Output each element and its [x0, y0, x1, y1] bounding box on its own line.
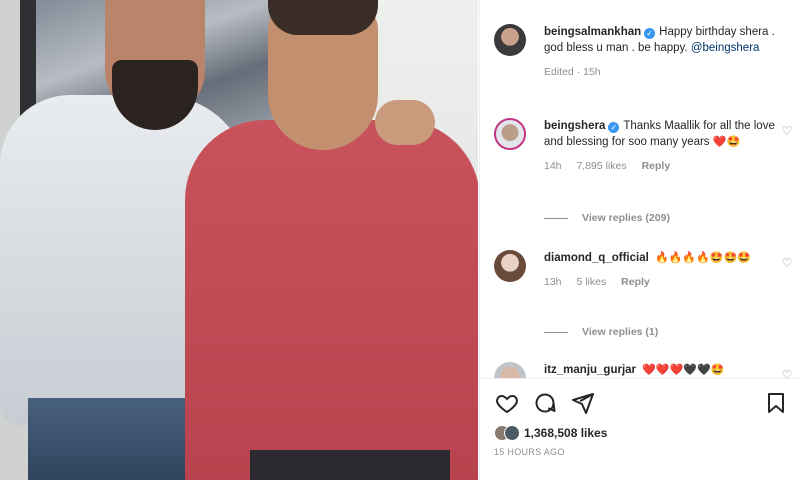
comment-username[interactable]: itz_manju_gurjar — [544, 364, 636, 376]
divider — [544, 217, 568, 219]
view-replies-label: View replies (1) — [582, 326, 659, 338]
edited-label: Edited · 15h — [544, 66, 601, 78]
avatar[interactable] — [494, 362, 526, 378]
avatar[interactable] — [494, 24, 526, 56]
comment-emoji: ❤️🤩 — [712, 136, 741, 148]
comment-username[interactable]: beingshera — [544, 120, 605, 132]
comment-body: beingsalmankhan ✓ Happy birthday shera . g… — [544, 24, 784, 80]
heart-outline-icon[interactable]: ♡ — [780, 256, 794, 270]
avatar[interactable] — [494, 118, 526, 150]
heart-outline-icon[interactable]: ♡ — [780, 124, 794, 138]
comment-emoji: ❤️❤️❤️🖤🖤🤩 — [642, 364, 725, 376]
comment-meta: Edited · 15h — [544, 64, 784, 80]
comment-time[interactable]: 13h — [544, 276, 562, 288]
comment-likes[interactable]: 5 likes — [576, 276, 606, 288]
verified-badge-icon: ✓ — [608, 122, 620, 133]
heart-outline-icon[interactable]: ♡ — [780, 368, 794, 378]
avatar[interactable] — [494, 250, 526, 282]
comments-panel: beingsalmankhan ✓ Happy birthday shera . g… — [479, 0, 800, 480]
comment-body: beingshera ✓ Thanks Maallik for all the lo… — [544, 118, 784, 174]
mention-link[interactable]: @beingshera — [691, 42, 760, 54]
likes-count[interactable]: 1,368,508 likes — [494, 425, 607, 441]
divider — [544, 331, 568, 333]
verified-badge-icon: ✓ — [644, 28, 656, 39]
view-replies-button[interactable]: View replies (209) — [544, 212, 670, 224]
comment-body: diamond_q_official 🔥🔥🔥🔥🤩🤩🤩 13h 5 likes R… — [544, 250, 784, 290]
share-icon[interactable] — [570, 391, 596, 417]
reply-button[interactable]: Reply — [621, 276, 650, 288]
comment-username[interactable]: diamond_q_official — [544, 252, 649, 264]
liker-avatar — [504, 425, 520, 441]
bookmark-icon[interactable] — [763, 391, 789, 417]
comment-meta: 14h 7,895 likes Reply — [544, 158, 784, 174]
comments-list[interactable]: beingsalmankhan ✓ Happy birthday shera . g… — [480, 0, 800, 378]
comment-emoji: 🔥🔥🔥🔥🤩🤩🤩 — [655, 252, 751, 264]
heart-icon[interactable] — [494, 391, 520, 417]
view-replies-button[interactable]: View replies (1) — [544, 326, 658, 338]
comment-time[interactable]: 14h — [544, 160, 562, 172]
right-person-hair — [268, 0, 378, 35]
view-replies-label: View replies (209) — [582, 212, 670, 224]
post-timestamp[interactable]: 15 HOURS AGO — [494, 447, 565, 457]
comment-username[interactable]: beingsalmankhan — [544, 26, 641, 38]
comment-meta: 13h 5 likes Reply — [544, 274, 784, 290]
reply-button[interactable]: Reply — [642, 160, 671, 172]
likes-text: 1,368,508 likes — [524, 426, 608, 440]
right-person-jeans — [250, 450, 450, 480]
post-photo[interactable] — [0, 0, 478, 480]
right-person-shirt — [185, 120, 478, 480]
comment-icon[interactable] — [532, 391, 558, 417]
comment-likes[interactable]: 7,895 likes — [576, 160, 626, 172]
comment-body: itz_manju_gurjar ❤️❤️❤️🖤🖤🤩 — [544, 362, 784, 378]
post-actions: 1,368,508 likes 15 HOURS AGO — [480, 378, 800, 480]
hand-on-shoulder — [375, 100, 435, 145]
